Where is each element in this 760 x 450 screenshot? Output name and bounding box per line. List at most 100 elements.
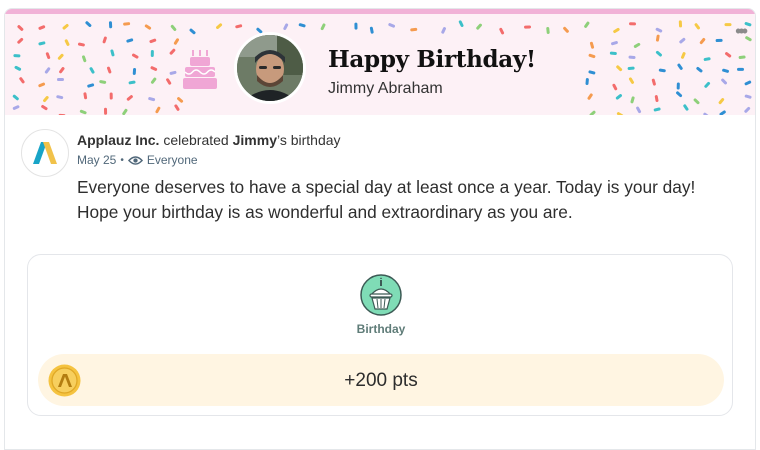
confetti-piece — [320, 23, 326, 31]
confetti-piece — [388, 23, 396, 28]
confetti-piece — [19, 77, 25, 84]
confetti-piece — [38, 82, 46, 88]
confetti-piece — [629, 22, 637, 26]
confetti-piece — [132, 67, 137, 75]
confetti-piece — [677, 63, 683, 70]
celebrant-name[interactable]: Jimmy Abraham — [328, 80, 443, 98]
confetti-piece — [85, 21, 92, 27]
confetti-piece — [738, 55, 746, 60]
confetti-piece — [611, 41, 618, 46]
confetti-piece — [587, 93, 593, 100]
confetti-piece — [636, 106, 642, 114]
confetti-piece — [77, 42, 85, 47]
confetti-piece — [12, 105, 20, 110]
confetti-piece — [235, 24, 243, 29]
confetti-piece — [12, 94, 19, 101]
confetti-piece — [633, 42, 641, 48]
confetti-piece — [744, 94, 752, 99]
confetti-piece — [683, 104, 689, 111]
confetti-piece — [174, 104, 180, 111]
visibility-label[interactable]: Everyone — [147, 153, 198, 167]
confetti-piece — [588, 70, 596, 75]
confetti-piece — [612, 83, 618, 91]
confetti-piece — [166, 78, 172, 85]
confetti-piece — [57, 53, 64, 60]
confetti-piece — [588, 53, 596, 59]
confetti-piece — [173, 38, 180, 45]
post-date[interactable]: May 25 — [77, 153, 116, 167]
confetti-piece — [616, 65, 623, 72]
confetti-piece — [693, 98, 700, 105]
confetti-piece — [654, 95, 659, 103]
confetti-piece — [722, 68, 729, 73]
more-options-icon[interactable]: ••• — [735, 22, 748, 40]
company-name[interactable]: Applauz Inc. — [77, 132, 159, 148]
birthday-banner: Happy Birthday! Jimmy Abraham ••• — [5, 9, 755, 115]
confetti-piece — [131, 53, 139, 59]
confetti-piece — [655, 50, 662, 57]
confetti-piece — [102, 36, 107, 44]
confetti-piece — [149, 38, 157, 44]
person-name[interactable]: Jimmy — [233, 132, 277, 148]
confetti-piece — [744, 80, 752, 86]
confetti-piece — [128, 80, 136, 85]
award-box: Birthday +200 pts — [27, 254, 733, 416]
confetti-piece — [676, 82, 680, 90]
eye-icon — [127, 155, 143, 165]
confetti-piece — [109, 92, 113, 100]
confetti-piece — [354, 22, 358, 30]
confetti-piece — [678, 20, 683, 28]
confetti-piece — [499, 27, 505, 35]
confetti-piece — [679, 37, 686, 44]
confetti-piece — [17, 25, 24, 31]
company-logo[interactable] — [21, 129, 69, 177]
confetti-piece — [721, 78, 727, 85]
action-text: celebrated — [159, 132, 233, 148]
confetti-piece — [155, 106, 161, 114]
confetti-piece — [651, 78, 656, 86]
confetti-piece — [458, 20, 464, 27]
confetti-piece — [56, 95, 64, 100]
confetti-piece — [17, 37, 24, 44]
confetti-piece — [126, 38, 134, 43]
confetti-piece — [524, 25, 532, 29]
confetti-piece — [589, 110, 596, 115]
confetti-piece — [110, 49, 115, 57]
confetti-piece — [148, 97, 156, 102]
confetti-piece — [14, 65, 22, 71]
confetti-piece — [106, 66, 112, 74]
confetti-piece — [696, 66, 703, 73]
confetti-piece — [589, 41, 595, 49]
confetti-piece — [45, 52, 51, 59]
confetti-piece — [704, 81, 711, 88]
confetti-piece — [703, 112, 710, 115]
confetti-piece — [150, 66, 158, 71]
confetti-piece — [169, 48, 176, 55]
confetti-piece — [123, 22, 131, 26]
confetti-piece — [563, 26, 569, 33]
confetti-piece — [715, 38, 723, 43]
confetti-piece — [703, 57, 711, 61]
confetti-piece — [628, 77, 635, 84]
confetti-piece — [62, 24, 69, 30]
confetti-piece — [59, 67, 65, 74]
confetti-piece — [613, 27, 620, 33]
birthday-post-card: Happy Birthday! Jimmy Abraham ••• Applau… — [4, 8, 756, 450]
confetti-piece — [38, 41, 46, 46]
confetti-piece — [189, 28, 196, 35]
points-amount: +200 pts — [344, 370, 418, 391]
confetti-piece — [283, 23, 289, 30]
confetti-piece — [653, 107, 661, 112]
points-bar: +200 pts — [38, 354, 724, 406]
confetti-piece — [441, 27, 446, 34]
confetti-piece — [216, 23, 223, 29]
user-avatar[interactable] — [234, 32, 306, 104]
post-headline: Applauz Inc. celebrated Jimmy’s birthday — [77, 132, 341, 148]
confetti-piece — [150, 50, 154, 58]
award-label: Birthday — [356, 322, 406, 336]
confetti-piece — [719, 110, 726, 115]
confetti-piece — [699, 37, 706, 45]
confetti-piece — [64, 39, 70, 46]
confetti-piece — [79, 109, 87, 115]
meta-separator: • — [120, 154, 124, 166]
